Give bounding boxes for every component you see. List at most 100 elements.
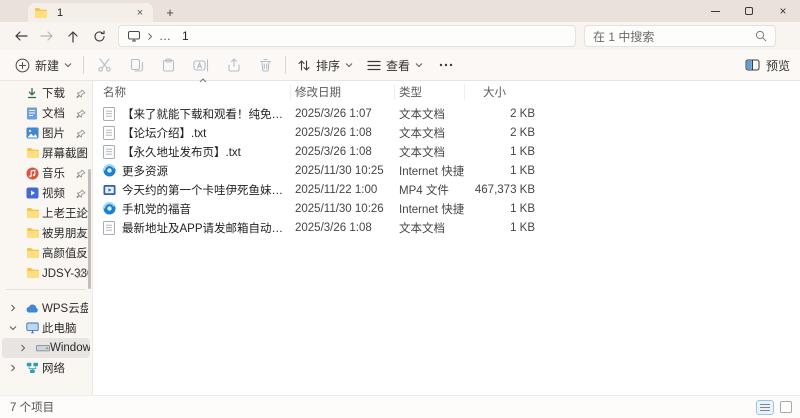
chevron-down-icon bbox=[415, 63, 423, 68]
file-row[interactable]: 【永久地址发布页】.txt 2025/3/26 1:08 文本文档 1 KB bbox=[93, 142, 800, 161]
tree-items: WPS云盘 此电脑 Windows-SSD 网络 bbox=[0, 298, 92, 378]
column-header-date[interactable]: 修改日期 bbox=[291, 84, 395, 100]
forward-button[interactable] bbox=[34, 24, 60, 48]
expander-icon[interactable] bbox=[19, 344, 27, 352]
picture-icon bbox=[26, 127, 42, 139]
close-icon: × bbox=[779, 4, 787, 18]
file-name: 【论坛介绍】.txt bbox=[122, 127, 207, 140]
copy-button[interactable] bbox=[121, 52, 153, 78]
sidebar-scrollbar[interactable] bbox=[88, 169, 91, 289]
file-date-modified: 2025/3/26 1:07 bbox=[295, 107, 372, 120]
new-label: 新建 bbox=[35, 58, 60, 73]
file-type: Internet 快捷方式 bbox=[399, 203, 465, 216]
pin-icon bbox=[76, 148, 86, 162]
sidebar-item[interactable]: 文档 bbox=[2, 103, 90, 123]
breadcrumb-current-folder[interactable]: 1 bbox=[182, 29, 189, 43]
column-headers: 名称 修改日期 类型 大小 bbox=[93, 78, 800, 102]
file-list-area: 名称 修改日期 类型 大小 【来了就能下载和观看！纯免费！】.txt 2025/… bbox=[93, 78, 800, 395]
view-button[interactable]: 查看 bbox=[360, 52, 430, 78]
sort-button[interactable]: 排序 bbox=[290, 52, 360, 78]
sort-label: 排序 bbox=[316, 58, 341, 73]
txt-file-icon bbox=[103, 220, 122, 235]
command-toolbar: 新建 排序 查看 预览 bbox=[0, 50, 800, 81]
sidebar-item[interactable]: 音乐 bbox=[2, 163, 90, 183]
sidebar-item-label: 网络 bbox=[42, 363, 65, 375]
sidebar-item[interactable]: 下载 bbox=[2, 83, 90, 103]
drive-icon bbox=[36, 343, 50, 353]
share-button[interactable] bbox=[218, 52, 250, 78]
file-type: 文本文档 bbox=[399, 222, 445, 235]
file-row[interactable]: 今天约的第一个卡哇伊死鱼妹子还没放进去就喊... 2025/11/22 1:00… bbox=[93, 180, 800, 199]
preview-button[interactable]: 预览 bbox=[745, 57, 790, 74]
minimize-button[interactable] bbox=[698, 0, 732, 22]
sidebar-item[interactable]: 上老王论坛当 bbox=[2, 203, 90, 223]
sidebar-item[interactable]: 网络 bbox=[2, 358, 90, 378]
chevron-down-icon bbox=[64, 63, 72, 68]
up-button[interactable] bbox=[60, 24, 86, 48]
details-view-button[interactable] bbox=[756, 399, 774, 415]
refresh-button[interactable] bbox=[86, 24, 112, 48]
more-options-button[interactable] bbox=[430, 52, 462, 78]
maximize-icon bbox=[745, 7, 753, 15]
address-bar[interactable]: … 1 bbox=[118, 25, 576, 47]
minimize-icon bbox=[710, 10, 720, 12]
sidebar-item[interactable]: JDSY-330-迷 bbox=[2, 263, 90, 283]
delete-button[interactable] bbox=[250, 52, 281, 78]
file-type: MP4 文件 bbox=[399, 184, 449, 197]
paste-button[interactable] bbox=[153, 52, 184, 78]
sidebar-item[interactable]: 视频 bbox=[2, 183, 90, 203]
expander-icon[interactable] bbox=[9, 364, 17, 372]
file-size: 2 KB bbox=[510, 126, 535, 139]
new-button[interactable]: 新建 bbox=[8, 52, 79, 78]
cut-button[interactable] bbox=[88, 52, 121, 78]
music-icon bbox=[26, 167, 42, 180]
file-row[interactable]: 【论坛介绍】.txt 2025/3/26 1:08 文本文档 2 KB bbox=[93, 123, 800, 142]
file-type: 文本文档 bbox=[399, 146, 445, 159]
column-header-name[interactable]: 名称 bbox=[103, 78, 291, 100]
sidebar-item[interactable]: 屏幕截图 bbox=[2, 143, 90, 163]
file-row[interactable]: 更多资源 2025/11/30 10:25 Internet 快捷方式 1 KB bbox=[93, 161, 800, 180]
breadcrumb-overflow[interactable]: … bbox=[159, 29, 172, 43]
folder-icon bbox=[26, 207, 42, 219]
sidebar-item-label: 文档 bbox=[42, 108, 65, 120]
up-icon bbox=[68, 30, 78, 43]
file-size: 1 KB bbox=[510, 221, 535, 234]
explorer-tab[interactable]: 1 × bbox=[28, 3, 153, 22]
file-row[interactable]: 手机党的福音 2025/11/30 10:26 Internet 快捷方式 1 … bbox=[93, 199, 800, 218]
sidebar-item[interactable]: 被男朋友拍了 bbox=[2, 223, 90, 243]
file-row[interactable]: 【来了就能下载和观看！纯免费！】.txt 2025/3/26 1:07 文本文档… bbox=[93, 104, 800, 123]
sidebar-item-label: 此电脑 bbox=[42, 323, 77, 335]
preview-icon bbox=[745, 59, 760, 71]
file-date-modified: 2025/11/30 10:26 bbox=[295, 202, 384, 215]
sidebar-item[interactable]: WPS云盘 bbox=[2, 298, 90, 318]
file-date-modified: 2025/3/26 1:08 bbox=[295, 126, 372, 139]
search-box[interactable]: 在 1 中搜索 bbox=[584, 25, 776, 47]
sidebar-item[interactable]: 图片 bbox=[2, 123, 90, 143]
file-date-modified: 2025/11/22 1:00 bbox=[295, 183, 378, 196]
maximize-button[interactable] bbox=[732, 0, 766, 22]
sidebar-item-label: 视频 bbox=[42, 188, 65, 200]
file-name: 【来了就能下载和观看！纯免费！】.txt bbox=[122, 108, 291, 121]
sidebar-item[interactable]: 此电脑 bbox=[2, 318, 90, 338]
new-icon bbox=[15, 58, 30, 72]
pin-icon bbox=[76, 248, 86, 262]
item-count: 7 个项目 bbox=[10, 402, 55, 414]
rename-button[interactable] bbox=[184, 52, 218, 78]
txt-file-icon bbox=[103, 106, 122, 121]
back-button[interactable] bbox=[8, 24, 34, 48]
expander-icon[interactable] bbox=[9, 324, 17, 332]
close-button[interactable]: × bbox=[766, 0, 800, 22]
large-icons-view-button[interactable] bbox=[780, 401, 792, 413]
column-header-type[interactable]: 类型 bbox=[395, 84, 465, 100]
pin-icon bbox=[76, 168, 86, 182]
this-pc-icon[interactable] bbox=[127, 30, 141, 42]
sidebar-item[interactable]: 高颜值反差少 bbox=[2, 243, 90, 263]
breadcrumb-chevron-icon bbox=[146, 32, 154, 41]
file-row[interactable]: 最新地址及APP请发邮箱自动获取！！！.txt 2025/3/26 1:08 文… bbox=[93, 218, 800, 237]
expander-icon[interactable] bbox=[9, 304, 17, 312]
sidebar-item[interactable]: Windows-SSD bbox=[2, 338, 90, 358]
new-tab-button[interactable]: + bbox=[162, 4, 178, 20]
tab-close-icon[interactable]: × bbox=[133, 6, 147, 20]
pin-icon bbox=[76, 88, 86, 102]
column-header-size[interactable]: 大小 bbox=[465, 84, 535, 100]
